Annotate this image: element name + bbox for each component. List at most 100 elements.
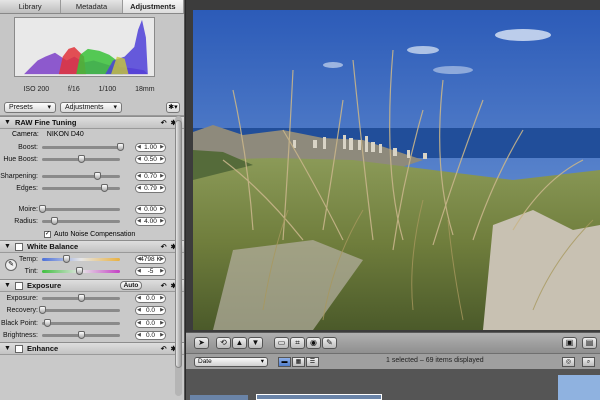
brightness-slider-knob[interactable]	[78, 331, 85, 340]
recovery-slider-knob[interactable]	[39, 306, 46, 315]
edges-field[interactable]: ◀ 0.79 ▶	[135, 184, 166, 194]
straighten-tool-icon[interactable]: ▭	[274, 337, 289, 349]
reset-icon[interactable]: ↶	[161, 119, 167, 127]
viewer-mode-icon[interactable]: ▣	[562, 337, 577, 349]
decrement-icon[interactable]: ◀	[137, 185, 141, 192]
enhance-checkbox[interactable]	[14, 344, 23, 353]
moire-field[interactable]: ◀ 0.00 ▶	[135, 204, 166, 214]
disclosure-triangle-icon[interactable]: ▼	[4, 243, 11, 250]
black-point-field[interactable]: ◀ 0.0 ▶	[135, 318, 166, 328]
decrement-icon[interactable]: ◀	[137, 307, 141, 314]
inspector-scrollbar[interactable]	[175, 116, 182, 396]
thumbnail[interactable]	[558, 375, 600, 400]
exposure-field[interactable]: ◀ 0.0 ▶	[135, 293, 166, 303]
sharpening-slider-knob[interactable]	[93, 171, 101, 180]
radius-slider[interactable]	[42, 217, 120, 226]
temp-field[interactable]: ◀ 4798 K ▶	[135, 254, 166, 264]
white-balance-header[interactable]: ▼ White Balance ↶✱▾	[0, 240, 184, 253]
boost-slider-knob[interactable]	[117, 142, 124, 151]
increment-icon[interactable]: ▶	[160, 173, 164, 180]
selection-tool-icon[interactable]: ➤	[194, 337, 209, 349]
increment-icon[interactable]: ▶	[160, 268, 164, 275]
exposure-slider[interactable]	[42, 293, 120, 302]
red-eye-tool-icon[interactable]: ◉	[306, 337, 321, 349]
increment-icon[interactable]: ▶	[160, 156, 164, 163]
boost-field[interactable]: ◀ 1.00 ▶	[135, 142, 166, 152]
increment-icon[interactable]: ▶	[160, 218, 164, 225]
black-point-slider-knob[interactable]	[44, 318, 52, 327]
thumbnail-selected[interactable]	[256, 394, 382, 400]
boost-slider[interactable]	[42, 142, 124, 151]
fullscreen-icon[interactable]: ▤	[582, 337, 597, 349]
temp-slider-knob[interactable]	[63, 254, 71, 263]
decrement-icon[interactable]: ◀	[137, 173, 141, 180]
disclosure-triangle-icon[interactable]: ▼	[4, 282, 11, 289]
recovery-field[interactable]: ◀ 0.0 ▶	[135, 306, 166, 316]
auto-noise-row[interactable]: ✓ Auto Noise Compensation	[0, 228, 184, 240]
tab-library[interactable]: Library	[0, 0, 62, 13]
search-icon[interactable]: ⌕	[582, 357, 595, 367]
brush-tool-icon[interactable]: ✎	[322, 337, 337, 349]
increment-icon[interactable]: ▶	[160, 206, 164, 213]
decrement-icon[interactable]: ◀	[137, 206, 141, 213]
increment-icon[interactable]: ▶	[160, 256, 164, 263]
temp-slider[interactable]	[42, 254, 120, 263]
exposure-checkbox[interactable]	[14, 281, 23, 290]
loupe-icon[interactable]: ◎	[562, 357, 575, 367]
moire-slider[interactable]	[39, 204, 120, 213]
radius-field[interactable]: ◀ 4.00 ▶	[135, 217, 166, 227]
list-view-button[interactable]: ☰	[306, 357, 319, 367]
decrement-icon[interactable]: ◀	[137, 144, 141, 151]
decrement-icon[interactable]: ◀	[137, 320, 141, 327]
increment-icon[interactable]: ▶	[160, 295, 164, 302]
decrement-icon[interactable]: ◀	[137, 295, 141, 302]
disclosure-triangle-icon[interactable]: ▼	[4, 119, 11, 126]
reset-icon[interactable]: ↶	[161, 345, 167, 353]
sharpening-field[interactable]: ◀ 0.70 ▶	[135, 171, 166, 181]
scrollbar-thumb[interactable]	[175, 120, 182, 368]
thumbnail[interactable]	[190, 395, 248, 400]
tint-slider[interactable]	[42, 267, 120, 276]
increment-icon[interactable]: ▶	[160, 320, 164, 327]
tint-field[interactable]: ◀ -5 ▶	[135, 267, 166, 277]
photo-image[interactable]	[193, 10, 600, 330]
reset-icon[interactable]: ↶	[161, 243, 167, 251]
sharpening-slider[interactable]	[42, 171, 120, 180]
filmstrip-view-button[interactable]: ▬	[278, 357, 291, 367]
raw-fine-tuning-header[interactable]: ▼ RAW Fine Tuning ↶✱▾	[0, 116, 184, 129]
lift-tool-icon[interactable]: ▲	[232, 337, 247, 349]
auto-noise-checkbox[interactable]: ✓	[44, 230, 51, 238]
tint-slider-knob[interactable]	[75, 267, 83, 276]
grid-view-button[interactable]: ▦	[292, 357, 305, 367]
decrement-icon[interactable]: ◀	[137, 332, 141, 339]
presets-popup[interactable]: Presets ▾	[4, 102, 56, 113]
edges-slider[interactable]	[42, 184, 120, 193]
decrement-icon[interactable]: ◀	[137, 256, 141, 263]
brightness-slider[interactable]	[42, 331, 120, 340]
gear-button[interactable]: ✱▾	[166, 102, 180, 113]
tab-metadata[interactable]: Metadata	[61, 0, 123, 13]
decrement-icon[interactable]: ◀	[137, 268, 141, 275]
reset-icon[interactable]: ↶	[161, 282, 167, 290]
hue-boost-field[interactable]: ◀ 0.50 ▶	[135, 155, 166, 165]
white-balance-checkbox[interactable]	[14, 242, 23, 251]
exposure-header[interactable]: ▼ Exposure Auto ↶✱▾	[0, 279, 184, 292]
auto-exposure-button[interactable]: Auto	[120, 281, 142, 290]
edges-slider-knob[interactable]	[100, 184, 108, 193]
adjustments-popup[interactable]: Adjustments ▾	[60, 102, 122, 113]
disclosure-triangle-icon[interactable]: ▼	[4, 345, 11, 352]
black-point-slider[interactable]	[42, 318, 120, 327]
rotate-tool-icon[interactable]: ⟲	[216, 337, 231, 349]
moire-slider-knob[interactable]	[39, 204, 46, 213]
crop-tool-icon[interactable]: ⌗	[290, 337, 305, 349]
increment-icon[interactable]: ▶	[160, 307, 164, 314]
decrement-icon[interactable]: ◀	[137, 218, 141, 225]
enhance-header[interactable]: ▼ Enhance ↶✱▾	[0, 342, 184, 355]
increment-icon[interactable]: ▶	[160, 185, 164, 192]
tab-adjustments[interactable]: Adjustments	[122, 0, 184, 13]
brightness-field[interactable]: ◀ 0.0 ▶	[135, 331, 166, 341]
hue-boost-slider-knob[interactable]	[78, 155, 85, 164]
stamp-tool-icon[interactable]: ▼	[248, 337, 263, 349]
hue-boost-slider[interactable]	[42, 155, 120, 164]
decrement-icon[interactable]: ◀	[137, 156, 141, 163]
